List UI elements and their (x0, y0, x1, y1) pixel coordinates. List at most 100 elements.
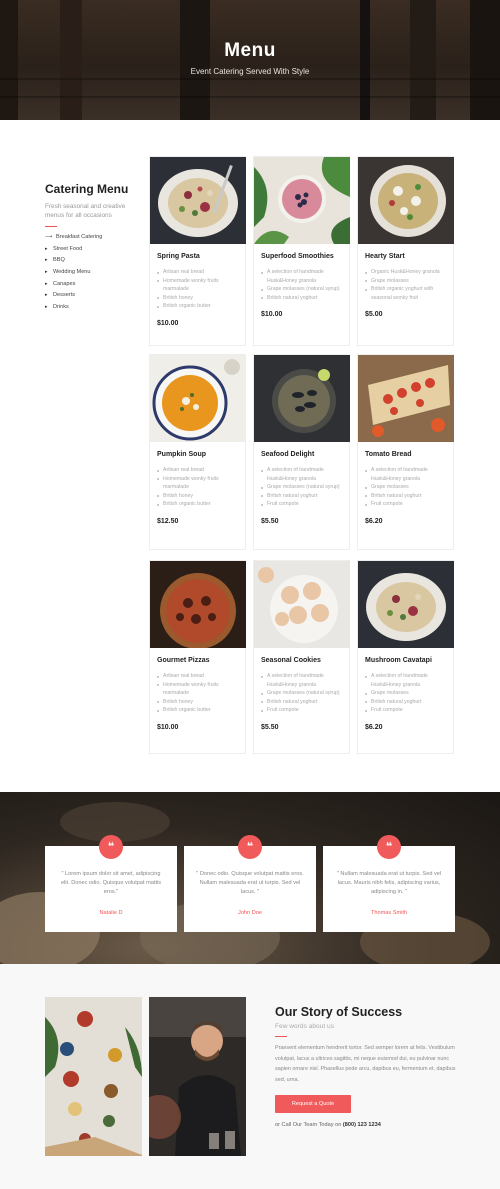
card-price: $10.00 (157, 723, 179, 731)
list-item: Homemade wonky fruits marmalade (157, 277, 239, 294)
menu-card[interactable]: Spring Pasta Artisan real bread Homemade… (149, 156, 246, 346)
card-title: Superfood Smoothies (261, 253, 334, 260)
sidebar-item-canapes[interactable]: ▸ Canapes (45, 279, 137, 291)
list-item: A selection of handmade Husk&Honey grano… (261, 672, 343, 689)
list-item: British organic butter (157, 302, 239, 311)
sidebar-item-breakfast-catering[interactable]: ⟶ Breakfast Catering (45, 232, 137, 244)
page-title: Menu (224, 40, 276, 61)
list-item: British honey (157, 294, 239, 303)
card-title: Pumpkin Soup (157, 451, 206, 458)
list-item: Artisan real bread (157, 672, 239, 681)
card-items: Artisan real bread Homemade wonky fruits… (157, 466, 239, 509)
list-item: Homemade wonky fruits marmalade (157, 475, 239, 492)
list-item: Fruit compote (261, 706, 343, 715)
list-item: Grape molasses (natural syrup) (261, 689, 343, 698)
card-items: Organic Husk&Honey granola Grape molasse… (365, 268, 447, 302)
menu-card[interactable]: Superfood Smoothies A selection of handm… (253, 156, 350, 346)
testimonial-text: " Lorem ipsum dolor sit amet, adipiscing… (60, 871, 162, 895)
hero-banner: Menu Event Catering Served With Style (0, 0, 500, 120)
food-photo (358, 355, 454, 442)
menu-card[interactable]: Seafood Delight A selection of handmade … (253, 354, 350, 550)
menu-card[interactable]: Mushroom Cavatapi A selection of handmad… (357, 560, 454, 754)
card-title: Seafood Delight (261, 451, 315, 458)
list-item: Fruit compote (365, 500, 447, 509)
food-photo (150, 157, 246, 244)
request-quote-button[interactable]: Request a Quote (275, 1095, 351, 1113)
list-item: British organic butter (157, 706, 239, 715)
story-section: Our Story of Success Few words about us … (0, 964, 500, 1189)
list-item: British natural yoghurt (261, 294, 343, 303)
list-item: British natural yoghurt (365, 492, 447, 501)
card-items: A selection of handmade Husk&Honey grano… (261, 268, 343, 302)
list-item: British natural yoghurt (261, 698, 343, 707)
list-item: Grape molasses (365, 483, 447, 492)
list-item: A selection of handmade Husk&Honey grano… (365, 466, 447, 483)
card-title: Gourmet Pizzas (157, 657, 210, 664)
card-price: $12.50 (157, 517, 179, 525)
card-price: $5.00 (365, 311, 383, 319)
list-item: Artisan real bread (157, 466, 239, 475)
phone-link[interactable]: (800) 123 1234 (343, 1122, 381, 1128)
list-item: British honey (157, 698, 239, 707)
list-item: British natural yoghurt (261, 492, 343, 501)
food-photo (254, 561, 350, 648)
card-title: Hearty Start (365, 253, 405, 260)
food-photo (150, 561, 246, 648)
list-item: Artisan real bread (157, 268, 239, 277)
list-item: Fruit compote (261, 500, 343, 509)
quote-icon: ❝ (99, 835, 123, 859)
sidebar-item-wedding-menu[interactable]: ▸ Wedding Menu (45, 267, 137, 279)
food-photo (254, 157, 350, 244)
menu-card[interactable]: Gourmet Pizzas Artisan real bread Homema… (149, 560, 246, 754)
menu-card[interactable]: Pumpkin Soup Artisan real bread Homemade… (149, 354, 246, 550)
food-photo (358, 157, 454, 244)
menu-card[interactable]: Seasonal Cookies A selection of handmade… (253, 560, 350, 754)
triangle-right-icon: ▸ (45, 269, 48, 276)
card-title: Seasonal Cookies (261, 657, 321, 664)
list-item: Grape molasses (365, 277, 447, 286)
list-item: Grape molasses (natural syrup) (261, 285, 343, 294)
triangle-right-icon: ▸ (45, 280, 48, 287)
triangle-right-icon: ▸ (45, 245, 48, 252)
card-price: $6.20 (365, 517, 383, 525)
menu-card[interactable]: Tomato Bread A selection of handmade Hus… (357, 354, 454, 550)
testimonial-text: " Donec odio. Quisque volutpat mattis er… (196, 871, 304, 895)
card-items: A selection of handmade Husk&Honey grano… (261, 466, 343, 509)
card-items: A selection of handmade Husk&Honey grano… (365, 466, 447, 509)
card-title: Tomato Bread (365, 451, 412, 458)
food-photo (254, 355, 350, 442)
food-photo (150, 355, 246, 442)
card-price: $5.50 (261, 723, 279, 731)
testimonial-author: Thomas Smith (370, 910, 408, 916)
card-items: Artisan real bread Homemade wonky fruits… (157, 672, 239, 715)
sidebar-menu: ⟶ Breakfast Catering ▸ Street Food ▸ BBQ ▸ W… (45, 232, 137, 314)
menu-card[interactable]: Hearty Start Organic Husk&Honey granola … (357, 156, 454, 346)
testimonial-author: John Doe (238, 910, 262, 916)
list-item: A selection of handmade Husk&Honey grano… (261, 268, 343, 285)
divider (275, 1036, 287, 1037)
list-item: British organic butter (157, 500, 239, 509)
menu-section: Catering Menu Fresh seasonal and creativ… (0, 120, 500, 792)
card-items: A selection of handmade Husk&Honey grano… (365, 672, 447, 715)
story-subtitle: Few words about us (275, 1023, 335, 1030)
sidebar-item-bbq[interactable]: ▸ BBQ (45, 255, 137, 267)
list-item: Organic Husk&Honey granola (365, 268, 447, 277)
food-photo (358, 561, 454, 648)
page-subtitle: Event Catering Served With Style (190, 67, 310, 76)
card-price: $10.00 (157, 319, 179, 327)
triangle-right-icon: ▸ (45, 292, 48, 299)
sidebar-title: Catering Menu (45, 182, 129, 196)
sidebar-description: Fresh seasonal and creative menus for al… (45, 203, 126, 219)
testimonial-author: Natalie D (99, 910, 123, 916)
card-items: A selection of handmade Husk&Honey grano… (261, 672, 343, 715)
card-price: $10.00 (261, 311, 283, 319)
testimonials-section: " Lorem ipsum dolor sit amet, adipiscing… (0, 792, 500, 964)
catering-sidebar: Catering Menu Fresh seasonal and creativ… (45, 182, 137, 314)
card-items: Artisan real bread Homemade wonky fruits… (157, 268, 239, 311)
triangle-right-icon: ▸ (45, 257, 48, 264)
sidebar-item-street-food[interactable]: ▸ Street Food (45, 244, 137, 256)
list-item: British organic yoghurt with seasonal wo… (365, 285, 447, 302)
testimonial-text: " Nullam malesuada erat ut turpis. Sed v… (336, 871, 442, 895)
sidebar-item-desserts[interactable]: ▸ Desserts (45, 290, 137, 302)
sidebar-item-drinks[interactable]: ▸ Drinks (45, 302, 137, 314)
